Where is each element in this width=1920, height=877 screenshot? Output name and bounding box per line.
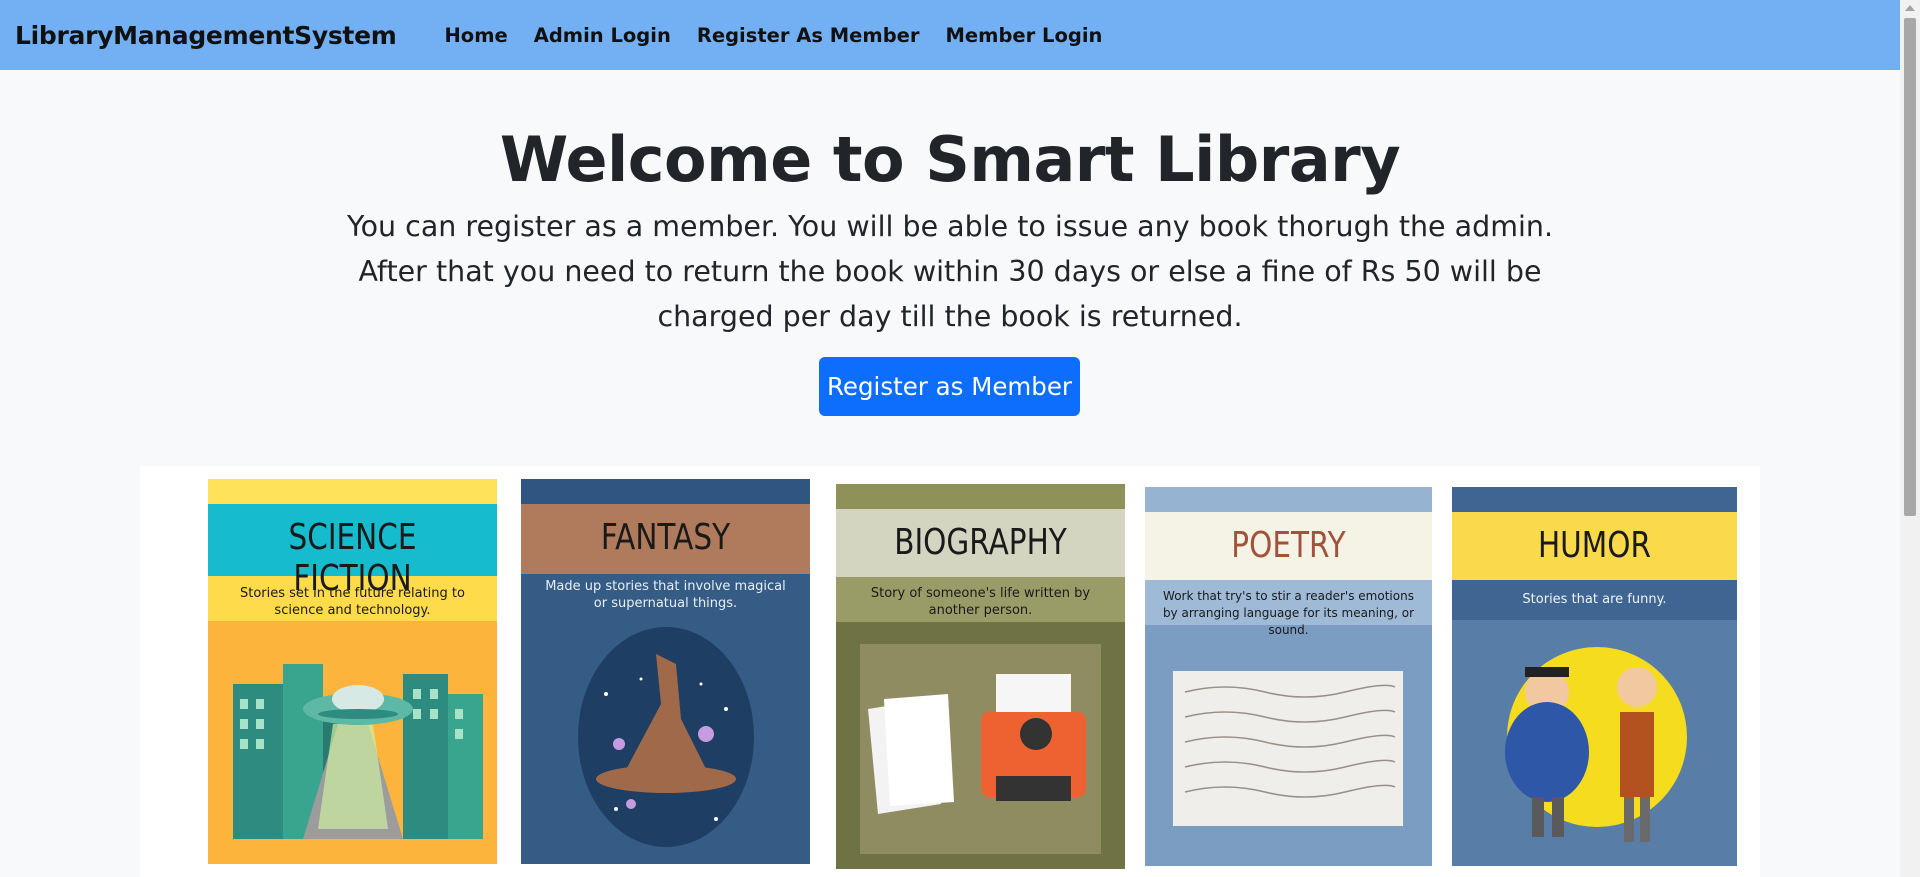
brand-link[interactable]: LibraryManagementSystem (15, 21, 397, 50)
page-scrollbar[interactable] (1900, 0, 1920, 877)
genre-title: POETRY (1231, 525, 1346, 566)
genre-description: Work that try's to stir a reader's emoti… (1162, 589, 1415, 637)
scroll-up-arrow-icon[interactable] (1905, 5, 1915, 11)
genre-card-humor[interactable]: HUMOR Stories that are funny. (1452, 487, 1737, 866)
genre-title: HUMOR (1537, 525, 1652, 566)
navbar: LibraryManagementSystem Home Admin Login… (0, 0, 1900, 70)
genre-description: Stories that are funny. (1522, 592, 1667, 607)
register-member-button[interactable]: Register as Member (819, 357, 1080, 416)
genre-card-biography[interactable]: BIOGRAPHY Story of someone's life writte… (836, 484, 1125, 869)
genre-card-fantasy[interactable]: FANTASY Made up stories that involve mag… (521, 479, 810, 864)
nav-admin-login[interactable]: Admin Login (534, 24, 671, 47)
genre-description: Stories set in the future relating to sc… (239, 586, 465, 618)
genre-card-science-fiction[interactable]: SCIENCE FICTION Stories set in the futur… (208, 479, 497, 864)
nav-register-member[interactable]: Register As Member (697, 24, 920, 47)
hero-description: You can register as a member. You will b… (346, 210, 1554, 333)
scroll-thumb[interactable] (1904, 18, 1916, 516)
genre-gallery: SCIENCE FICTION Stories set in the futur… (140, 466, 1760, 877)
genre-card-poetry[interactable]: POETRY Work that try's to stir a reader'… (1145, 487, 1432, 866)
nav-member-login[interactable]: Member Login (946, 24, 1103, 47)
page-title: Welcome to Smart Library (499, 123, 1401, 196)
genre-description: Made up stories that involve magical or … (545, 579, 786, 611)
genre-title: FANTASY (600, 517, 731, 558)
nav-menu: Home Admin Login Register As Member Memb… (444, 24, 1102, 47)
nav-home[interactable]: Home (444, 24, 507, 47)
genre-description: Story of someone's life written by anoth… (870, 586, 1091, 618)
genre-title: BIOGRAPHY (894, 522, 1067, 563)
